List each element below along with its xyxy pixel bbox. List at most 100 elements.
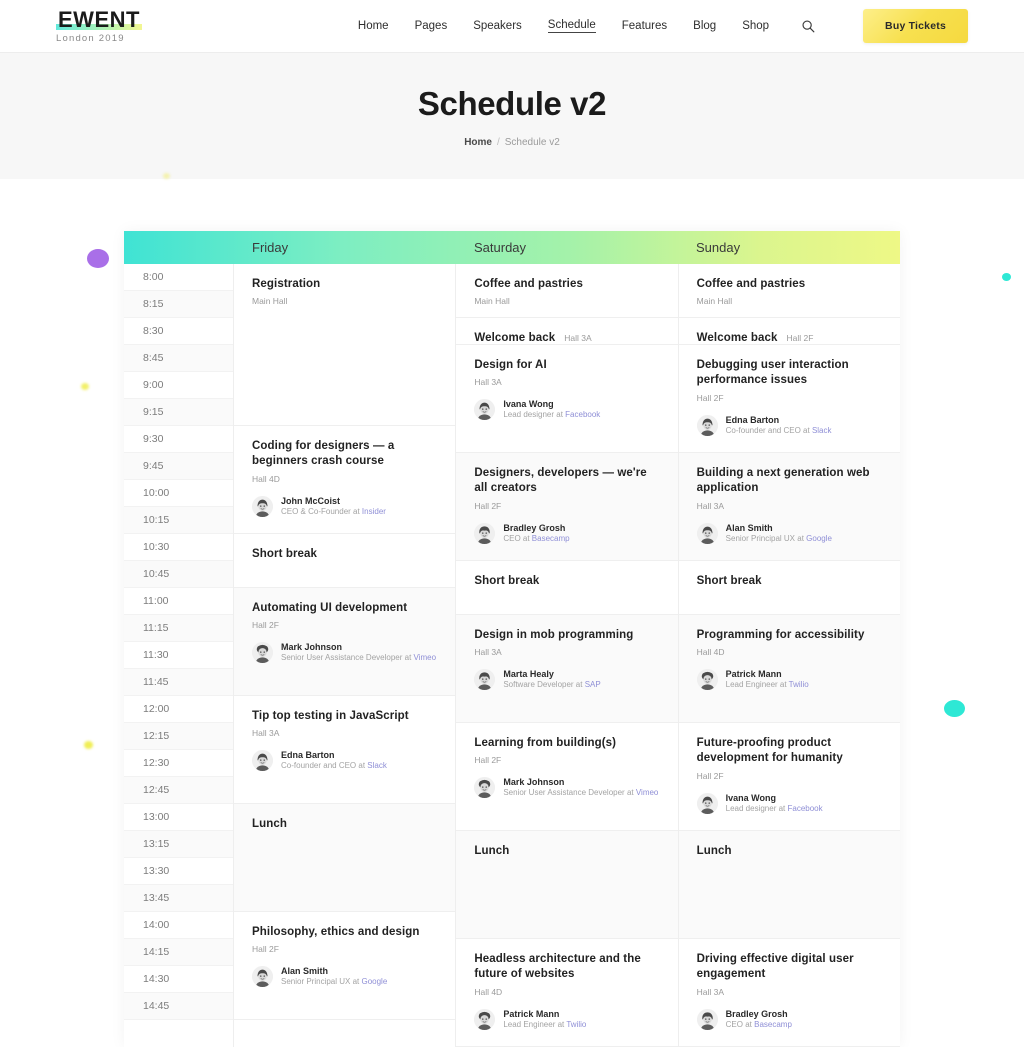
speaker-role-text: Senior Principal UX at xyxy=(725,533,807,543)
event-speaker[interactable]: Mark Johnson Senior User Assistance Devel… xyxy=(474,776,659,799)
speaker-organization[interactable]: Facebook xyxy=(787,804,822,813)
schedule-event[interactable]: Driving effective digital user engagemen… xyxy=(678,939,900,1047)
brand-logo[interactable]: EWENT London 2019 xyxy=(56,8,142,44)
nav-link-pages[interactable]: Pages xyxy=(415,20,448,32)
schedule-event[interactable]: Philosophy, ethics and design Hall 2F Alan… xyxy=(234,912,456,1020)
schedule-event[interactable]: Short break xyxy=(234,534,456,588)
time-slot: 12:00 xyxy=(124,696,233,723)
breadcrumb-home-link[interactable]: Home xyxy=(464,137,492,148)
event-title: Coffee and pastries xyxy=(474,278,583,290)
time-slot: 13:30 xyxy=(124,858,233,885)
decor-dot-cyan-small xyxy=(1002,273,1011,281)
event-title: Short break xyxy=(252,548,318,560)
time-slot: 11:30 xyxy=(124,642,233,669)
speaker-info: Alan Smith Senior Principal UX at Google xyxy=(726,522,832,545)
schedule-event[interactable]: Headless architecture and the future of … xyxy=(456,939,678,1047)
event-speaker[interactable]: Ivana Wong Lead designer at Facebook xyxy=(696,792,882,815)
schedule-event[interactable]: Tip top testing in JavaScript Hall 3A Edna… xyxy=(234,696,456,804)
speaker-organization[interactable]: Basecamp xyxy=(754,1020,792,1029)
schedule-event[interactable]: Building a next generation web applicati… xyxy=(678,453,900,561)
time-column: 8:00 8:15 8:30 8:45 9:00 9:15 9:30 9:45 10:00 10:… xyxy=(124,264,234,1047)
schedule-event[interactable]: Lunch xyxy=(678,831,900,939)
nav-link-shop[interactable]: Shop xyxy=(742,20,769,32)
speaker-role-text: Lead designer at xyxy=(725,803,788,813)
speaker-organization[interactable]: Insider xyxy=(362,507,386,516)
main-navigation: Home Pages Speakers Schedule Features Blog Sho… xyxy=(358,9,968,43)
schedule-event[interactable]: Designers, developers — we're all creato… xyxy=(456,453,678,561)
schedule-event[interactable]: Coffee and pastries Main Hall xyxy=(456,264,678,318)
schedule-event[interactable]: Learning from building(s) Hall 2F Mark Joh… xyxy=(456,723,678,831)
event-title: Philosophy, ethics and design xyxy=(252,926,420,938)
event-hall: Hall 2F xyxy=(252,620,279,631)
schedule-event[interactable]: Short break xyxy=(678,561,900,615)
event-title: Short break xyxy=(696,575,762,587)
schedule-event[interactable]: Debugging user interaction performance i… xyxy=(678,345,900,453)
schedule-event[interactable]: Welcome back Hall 2F xyxy=(678,318,900,345)
schedule-event[interactable]: Coffee and pastries Main Hall xyxy=(678,264,900,318)
buy-tickets-button[interactable]: Buy Tickets xyxy=(863,9,968,43)
time-slot: 8:00 xyxy=(124,264,233,291)
speaker-name: Alan Smith xyxy=(281,966,329,977)
brand-tagline: London 2019 xyxy=(56,32,125,44)
time-slot: 13:15 xyxy=(124,831,233,858)
breadcrumb-separator: / xyxy=(496,136,500,148)
speaker-role: CEO at Basecamp xyxy=(726,1020,792,1031)
nav-link-features[interactable]: Features xyxy=(622,20,667,32)
nav-link-home[interactable]: Home xyxy=(358,20,389,32)
speaker-name: Patrick Mann xyxy=(725,669,782,680)
event-speaker[interactable]: Patrick Mann Lead Engineer at Twilio xyxy=(696,668,882,691)
time-slot: 10:15 xyxy=(124,507,233,534)
event-speaker[interactable]: John McCoist CEO & Co-Founder at Insider xyxy=(252,495,437,518)
speaker-role: Lead designer at Facebook xyxy=(503,410,600,421)
time-slot: 10:00 xyxy=(124,480,233,507)
schedule-event[interactable]: Lunch xyxy=(456,831,678,939)
event-speaker[interactable]: Bradley Grosh CEO at Basecamp xyxy=(696,1008,882,1031)
event-title: Lunch xyxy=(474,845,510,857)
event-speaker[interactable]: Bradley Grosh CEO at Basecamp xyxy=(474,522,659,545)
nav-link-schedule[interactable]: Schedule xyxy=(547,19,596,33)
schedule-event[interactable]: Registration Main Hall xyxy=(234,264,456,426)
speaker-organization[interactable]: Twilio xyxy=(566,1020,586,1029)
nav-link-blog[interactable]: Blog xyxy=(693,20,716,32)
time-slot: 8:15 xyxy=(124,291,233,318)
speaker-info: Ivana Wong Lead designer at Facebook xyxy=(503,398,600,421)
decor-dot-purple xyxy=(87,249,109,268)
schedule-event[interactable]: Design in mob programming Hall 3A Marta He… xyxy=(456,615,678,723)
time-slot: 13:00 xyxy=(124,804,233,831)
schedule-event[interactable]: Coding for designers — a beginners crash… xyxy=(234,426,456,534)
event-speaker[interactable]: Alan Smith Senior Principal UX at Google xyxy=(252,965,437,988)
event-speaker[interactable]: Patrick Mann Lead Engineer at Twilio xyxy=(474,1008,659,1031)
event-speaker[interactable]: Marta Healy Software Developer at SAP xyxy=(474,668,659,691)
speaker-organization[interactable]: SAP xyxy=(585,680,601,689)
schedule-event[interactable]: Design for AI Hall 3A Ivana Wong Lead desig… xyxy=(456,345,678,453)
search-icon[interactable] xyxy=(799,17,817,35)
avatar-mark-johnson xyxy=(252,642,273,664)
decor-dot-yellow-upper xyxy=(81,383,89,390)
schedule-event[interactable]: Programming for accessibility Hall 4D Patr… xyxy=(678,615,900,723)
schedule-event[interactable]: Short break xyxy=(456,561,678,615)
event-speaker[interactable]: Ivana Wong Lead designer at Facebook xyxy=(474,398,659,421)
speaker-organization[interactable]: Vimeo xyxy=(414,653,437,662)
speaker-organization[interactable]: Slack xyxy=(812,426,832,435)
speaker-organization[interactable]: Google xyxy=(806,534,832,543)
speaker-role: Lead designer at Facebook xyxy=(726,804,823,815)
speaker-organization[interactable]: Basecamp xyxy=(532,534,570,543)
event-speaker[interactable]: Edna Barton Co-founder and CEO at Slack xyxy=(696,414,882,437)
speaker-organization[interactable]: Twilio xyxy=(789,680,809,689)
schedule-event[interactable]: Lunch xyxy=(234,804,456,912)
avatar-marta-healy xyxy=(474,669,496,691)
schedule-event[interactable]: Welcome back Hall 3A xyxy=(456,318,678,345)
speaker-organization[interactable]: Slack xyxy=(367,761,387,770)
day-header-friday: Friday xyxy=(252,240,289,255)
speaker-organization[interactable]: Vimeo xyxy=(636,788,659,797)
event-speaker[interactable]: Mark Johnson Senior User Assistance Devel… xyxy=(252,641,437,664)
nav-link-speakers[interactable]: Speakers xyxy=(473,20,522,32)
speaker-organization[interactable]: Google xyxy=(361,977,387,986)
event-speaker[interactable]: Edna Barton Co-founder and CEO at Slack xyxy=(252,749,437,772)
time-slot: 12:30 xyxy=(124,750,233,777)
schedule-event[interactable]: Automating UI development Hall 2F Mark Joh… xyxy=(234,588,456,696)
schedule-event[interactable]: Future-proofing product development for … xyxy=(678,723,900,831)
speaker-info: Marta Healy Software Developer at SAP xyxy=(503,668,600,691)
speaker-organization[interactable]: Facebook xyxy=(565,410,600,419)
event-speaker[interactable]: Alan Smith Senior Principal UX at Google xyxy=(696,522,882,545)
